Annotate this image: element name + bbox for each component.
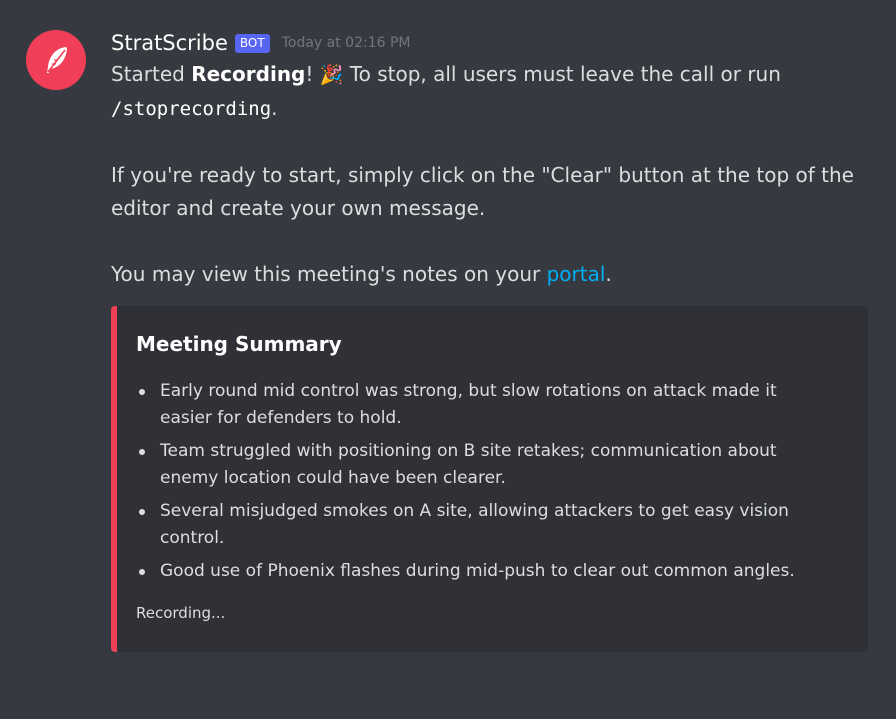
message-line-1: Started Recording! 🎉 To stop, all users … xyxy=(111,58,871,92)
message-line-5: You may view this meeting's notes on you… xyxy=(111,258,871,291)
message-body: Started Recording! 🎉 To stop, all users … xyxy=(111,58,871,291)
text-segment: . xyxy=(271,96,278,120)
party-popper-icon: 🎉 xyxy=(319,64,344,86)
embed-footer: Recording... xyxy=(136,604,226,622)
chat-message: StratScribe BOT Today at 02:16 PM Starte… xyxy=(0,0,896,719)
text-segment: Started xyxy=(111,62,192,86)
message-line-2: /stoprecording. xyxy=(111,92,871,126)
embed-title: Meeting Summary xyxy=(136,332,342,356)
message-line-4: editor and create your own message. xyxy=(111,196,486,220)
text-segment: ! xyxy=(305,62,320,86)
text-segment: . xyxy=(605,262,612,286)
feather-icon xyxy=(47,47,67,73)
summary-bullet: Team struggled with positioning on B sit… xyxy=(136,438,826,492)
inline-code: /stoprecording xyxy=(111,98,272,120)
summary-list: Early round mid control was strong, but … xyxy=(136,378,826,591)
summary-bullet: Good use of Phoenix flashes during mid-p… xyxy=(136,558,826,585)
text-segment: To stop, all users must leave the call o… xyxy=(343,62,781,86)
bold-text: Recording xyxy=(191,62,306,86)
message-timestamp[interactable]: Today at 02:16 PM xyxy=(282,35,411,51)
portal-link[interactable]: portal xyxy=(547,262,606,286)
message-line-3: If you're ready to start, simply click o… xyxy=(111,163,854,187)
message-header: StratScribe BOT Today at 02:16 PM xyxy=(111,28,871,58)
summary-bullet: Several misjudged smokes on A site, allo… xyxy=(136,498,826,552)
bot-avatar[interactable] xyxy=(26,30,86,90)
text-segment: You may view this meeting's notes on you… xyxy=(111,262,547,286)
bot-badge: BOT xyxy=(234,33,270,53)
summary-bullet: Early round mid control was strong, but … xyxy=(136,378,826,432)
meeting-summary-embed: Meeting Summary Early round mid control … xyxy=(111,306,868,652)
message-content: StratScribe BOT Today at 02:16 PM Starte… xyxy=(111,28,871,291)
author-name[interactable]: StratScribe xyxy=(111,31,228,55)
